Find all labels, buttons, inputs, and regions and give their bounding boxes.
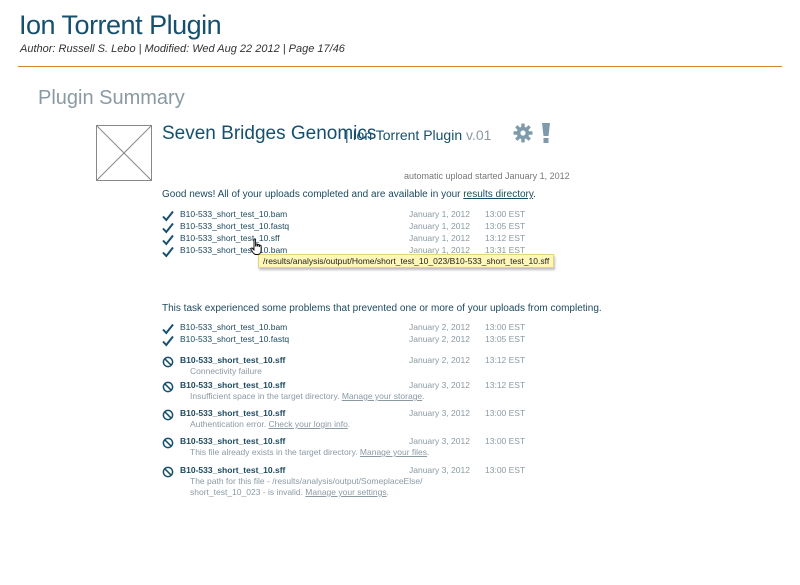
error-row: B10-533_short_test_10.sff January 3, 2012…: [162, 408, 562, 429]
results-directory-link[interactable]: results directory: [463, 189, 533, 200]
error-row: B10-533_short_test_10.sff January 3, 2012…: [162, 380, 562, 401]
title-separator: |: [345, 127, 349, 143]
success-row: B10-533_short_test_10.bam January 2, 2012…: [162, 322, 562, 335]
header-divider: [18, 66, 782, 67]
success-row: B10-533_short_test_10.fastq January 1, 20…: [162, 221, 562, 234]
file-name[interactable]: B10-533_short_test_10.fastq: [180, 334, 289, 344]
error-note-text: Connectivity failure: [190, 366, 262, 376]
upload-date: January 2, 2012: [409, 322, 470, 332]
error-note-text-2: short_test_10_023 - is invalid.: [190, 487, 306, 497]
upload-time: 13:12 EST: [485, 355, 526, 365]
error-note-link[interactable]: Manage your storage: [342, 391, 422, 401]
error-note: Connectivity failure: [190, 366, 262, 377]
upload-time: 13:00 EST: [485, 209, 526, 219]
error-note-text: Authentication error.: [190, 419, 269, 429]
checkmark-icon: [162, 322, 174, 335]
error-note-link[interactable]: Manage your settings: [305, 487, 386, 497]
error-row: B10-533_short_test_10.sff January 3, 2012…: [162, 465, 562, 497]
success-message: Good news! All of your uploads completed…: [162, 189, 536, 200]
error-note-link[interactable]: Manage your files: [360, 447, 427, 457]
upload-date: January 3, 2012: [409, 408, 470, 418]
section-title: Plugin Summary: [38, 87, 185, 109]
upload-time: 13:00 EST: [485, 408, 526, 418]
upload-time: 13:12 EST: [485, 380, 526, 390]
checkmark-icon: [162, 221, 174, 234]
hand-cursor-icon: [250, 238, 264, 261]
file-name[interactable]: B10-533_short_test_10.sff: [180, 233, 280, 243]
file-name[interactable]: B10-533_short_test_10.sff: [180, 380, 285, 390]
upload-date: January 1, 2012: [409, 221, 470, 231]
error-row: B10-533_short_test_10.sff January 3, 2012…: [162, 436, 562, 457]
file-name[interactable]: B10-533_short_test_10.bam: [180, 322, 287, 332]
upload-time: 13:00 EST: [485, 465, 526, 475]
error-note-link[interactable]: Check your login info: [268, 419, 347, 429]
checkmark-icon: [162, 245, 174, 258]
document-title: Ion Torrent Plugin: [19, 10, 222, 40]
error-note: This file already exists in the target d…: [190, 447, 429, 458]
gear-icon[interactable]: [513, 123, 533, 148]
alert-icon[interactable]: [540, 122, 552, 149]
blocked-icon: [162, 380, 174, 393]
upload-time: 13:00 EST: [485, 322, 526, 332]
blocked-icon: [162, 408, 174, 421]
checkmark-icon: [162, 233, 174, 246]
file-name[interactable]: B10-533_short_test_10.sff: [180, 408, 285, 418]
document-meta: Author: Russell S. Lebo | Modified: Wed …: [20, 43, 345, 55]
auto-upload-status: automatic upload started January 1, 2012: [404, 171, 570, 181]
blocked-icon: [162, 355, 174, 368]
error-note-end: .: [422, 391, 425, 401]
success-message-end: .: [533, 189, 536, 200]
error-note-end: .: [386, 487, 389, 497]
file-name[interactable]: B10-533_short_test_10.sff: [180, 436, 285, 446]
success-row: B10-533_short_test_10.bam January 1, 2012…: [162, 209, 562, 222]
upload-date: January 3, 2012: [409, 380, 470, 390]
error-note-text: This file already exists in the target d…: [190, 447, 360, 457]
blocked-icon: [162, 436, 174, 449]
checkmark-icon: [162, 334, 174, 347]
upload-date: January 2, 2012: [409, 334, 470, 344]
error-note: Authentication error. Check your login i…: [190, 419, 350, 430]
upload-date: January 1, 2012: [409, 209, 470, 219]
plugin-version: v.01: [466, 127, 492, 143]
success-row: B10-533_short_test_10.fastq January 2, 20…: [162, 334, 562, 347]
success-row: B10-533_short_test_10.sff January 1, 2012…: [162, 233, 562, 246]
problems-message: This task experienced some problems that…: [162, 303, 602, 314]
logo-placeholder-image: [96, 125, 152, 181]
file-name[interactable]: B10-533_short_test_10.fastq: [180, 221, 289, 231]
error-note-text: The path for this file - /results/analys…: [190, 476, 423, 486]
blocked-icon: [162, 465, 174, 478]
error-note: Insufficient space in the target directo…: [190, 391, 425, 402]
upload-time: 13:05 EST: [485, 221, 526, 231]
checkmark-icon: [162, 209, 174, 222]
file-name[interactable]: B10-533_short_test_10.sff: [180, 465, 285, 475]
error-note-end: .: [347, 419, 351, 429]
upload-date: January 1, 2012: [409, 233, 470, 243]
file-path-tooltip: /results/analysis/output/Home/short_test…: [258, 254, 555, 268]
error-note: The path for this file - /results/analys…: [190, 476, 422, 498]
file-name[interactable]: B10-533_short_test_10.bam: [180, 209, 287, 219]
upload-time: 13:00 EST: [485, 436, 526, 446]
error-note-text: Insufficient space in the target directo…: [190, 391, 342, 401]
upload-date: January 3, 2012: [409, 436, 470, 446]
file-name[interactable]: B10-533_short_test_10.sff: [180, 355, 285, 365]
upload-time: 13:12 EST: [485, 233, 526, 243]
upload-date: January 3, 2012: [409, 465, 470, 475]
upload-time: 13:05 EST: [485, 334, 526, 344]
plugin-name: Ion Torrent Plugin: [352, 127, 463, 143]
error-note-end: .: [427, 447, 430, 457]
upload-date: January 2, 2012: [409, 355, 470, 365]
error-row: B10-533_short_test_10.sff January 2, 2012…: [162, 355, 562, 376]
success-message-text: Good news! All of your uploads completed…: [162, 189, 464, 200]
plugin-name-line: | Ion Torrent Plugin v.01: [345, 127, 491, 143]
